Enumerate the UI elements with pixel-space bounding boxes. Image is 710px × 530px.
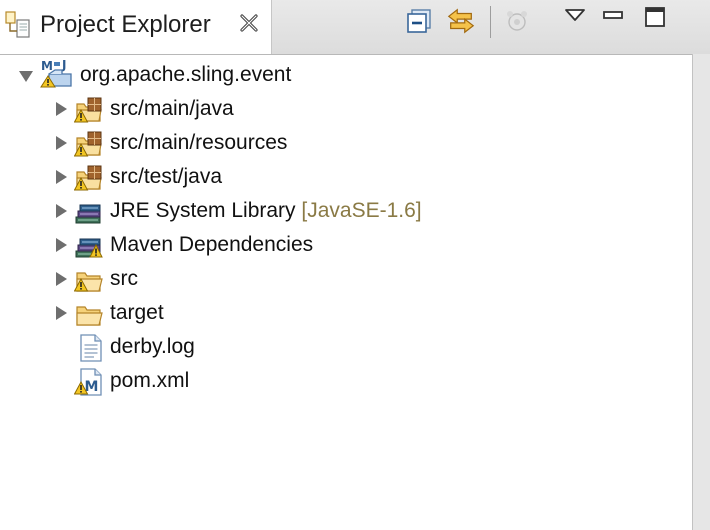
tree-item-label: Maven Dependencies [110,233,314,256]
tree-item-label: src/main/java [110,97,234,120]
tree-row-src-test-java[interactable]: src/test/java [0,160,692,194]
toolbar-separator [490,6,491,38]
close-icon[interactable] [238,12,260,34]
chevron-right-icon[interactable] [52,270,70,288]
tree-row-pom-xml[interactable]: M pom.xml [0,364,692,398]
folder-icon [74,272,103,292]
svg-text:M: M [41,59,53,73]
view-gutter [693,54,710,530]
minimize-icon [603,11,623,19]
chevron-right-icon[interactable] [52,134,70,152]
chevron-down-icon [565,9,585,21]
view-title: Project Explorer [40,11,211,38]
project-tree: M J org.apache.sling.event src/main/java… [0,56,692,530]
tree-item-label: target [110,301,164,324]
tree-item-label: pom.xml [110,369,190,392]
chevron-right-icon[interactable] [52,304,70,322]
maximize-button[interactable] [640,2,670,32]
tree-row-root[interactable]: M J org.apache.sling.event [0,58,692,92]
library-icon [75,204,101,224]
chevron-right-icon[interactable] [52,236,70,254]
source-folder-icon [74,131,102,157]
jre-version-decoration: [JavaSE-1.6] [301,199,422,222]
tree-item-label: org.apache.sling.event [80,63,292,86]
link-with-editor-button[interactable] [446,6,476,36]
tree-item-label: derby.log [110,335,195,358]
collapse-all-button[interactable] [404,6,434,36]
tree-row-src-main-java[interactable]: src/main/java [0,92,692,126]
focus-icon [507,11,527,31]
focus-on-active-task-button[interactable] [502,6,532,36]
chevron-right-icon[interactable] [52,100,70,118]
view-menu-button[interactable] [560,0,590,30]
text-file-icon [80,334,102,362]
library-name: JRE System Library [110,199,296,222]
source-folder-icon [74,97,102,123]
chevron-down-icon[interactable] [17,67,35,85]
link-with-editor-icon [447,8,475,34]
tree-item-label: JRE System Library [JavaSE-1.6] [110,197,422,225]
library-icon [75,238,103,258]
collapse-all-icon [407,9,431,33]
tree-row-target[interactable]: target [0,296,692,330]
project-explorer-icon [5,11,30,38]
minimize-button[interactable] [598,0,628,30]
tree-row-jre-system-library[interactable]: JRE System Library [JavaSE-1.6] [0,194,692,228]
tree-item-label: src/test/java [110,165,223,188]
maximize-icon [645,7,665,27]
tree-item-label: src/main/resources [110,131,288,154]
view-tabbar: Project Explorer [0,0,710,55]
maven-pom-icon: M [74,368,102,396]
tree-item-label: src [110,267,138,290]
chevron-right-icon[interactable] [52,168,70,186]
folder-icon [76,306,103,326]
project-explorer-view: Project Explorer M J org.apache.sling.ev… [0,0,710,530]
maven-project-icon: M J [40,58,72,88]
tab-project-explorer[interactable]: Project Explorer [0,0,272,54]
tree-row-src-main-resources[interactable]: src/main/resources [0,126,692,160]
chevron-right-icon[interactable] [52,202,70,220]
source-folder-icon [74,165,102,191]
tree-row-maven-dependencies[interactable]: Maven Dependencies [0,228,692,262]
tree-row-derby-log[interactable]: derby.log [0,330,692,364]
tree-row-src[interactable]: src [0,262,692,296]
